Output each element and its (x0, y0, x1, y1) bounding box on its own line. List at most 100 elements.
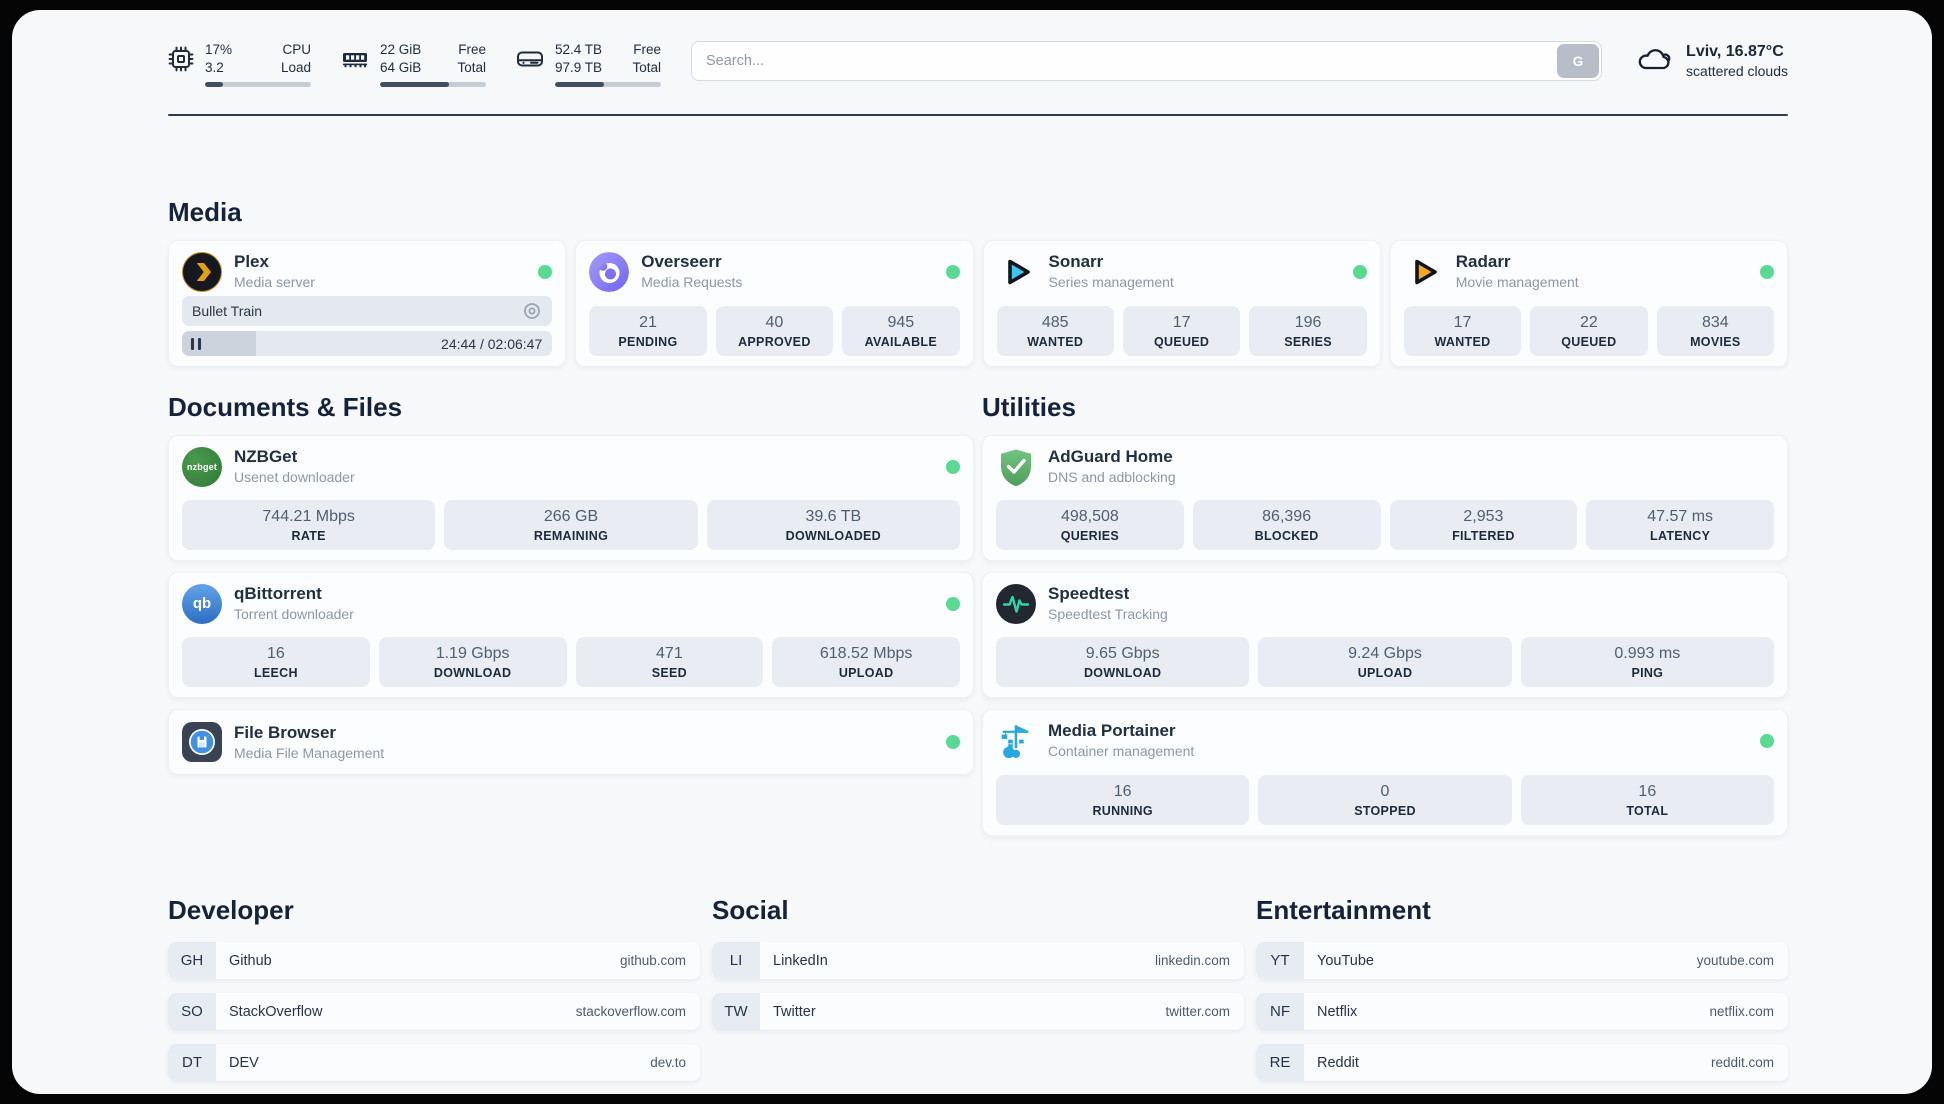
bookmark-url: dev.to (650, 1055, 686, 1070)
app-card-speedtest[interactable]: Speedtest Speedtest Tracking 9.65 Gbps DO… (982, 572, 1788, 698)
stat-upload: 9.24 Gbps UPLOAD (1258, 637, 1512, 687)
stat-download: 1.19 Gbps DOWNLOAD (378, 637, 567, 687)
app-name: Overseerr (641, 252, 722, 271)
app-desc: Media File Management (234, 744, 385, 761)
bookmark-abbr: YT (1256, 942, 1304, 979)
bookmark-name: YouTube (1317, 952, 1374, 969)
bookmark-url: linkedin.com (1154, 953, 1230, 968)
storage-label-bottom: Total (632, 60, 661, 75)
app-name: NZBGet (234, 447, 298, 466)
app-desc: Torrent downloader (234, 606, 354, 622)
stat-running: 16 RUNNING (996, 775, 1250, 825)
app-name: Radarr (1455, 252, 1511, 271)
bookmark-url: youtube.com (1696, 953, 1774, 968)
pause-icon[interactable] (191, 337, 201, 350)
bookmark-abbr: GH (168, 942, 216, 979)
memory-free: 22 GiB (380, 42, 422, 57)
topbar: 17% CPU 3.2 Load 22 GiB Free 64 GiB Tota… (168, 41, 1788, 87)
app-name: qBittorrent (234, 584, 322, 603)
storage-stat: 52.4 TB Free 97.9 TB Total (516, 41, 661, 87)
stat-queries: 498,508 QUERIES (996, 500, 1184, 550)
bookmark-url: reddit.com (1710, 1055, 1774, 1070)
app-card-overseerr[interactable]: Overseerr Media Requests 21 PENDING 40 APP… (575, 240, 974, 367)
bookmark-youtube[interactable]: YT YouTube youtube.com (1256, 942, 1788, 979)
bookmark-netflix[interactable]: NF Netflix netflix.com (1256, 993, 1788, 1030)
storage-label-top: Free (633, 42, 661, 57)
bookmark-stackoverflow[interactable]: SO StackOverflow stackoverflow.com (168, 993, 700, 1030)
nzbget-icon: nzbget (182, 446, 222, 487)
bookmark-abbr: DT (168, 1044, 216, 1081)
bookmark-abbr: TW (712, 993, 760, 1030)
bookmark-abbr: LI (712, 942, 760, 979)
weather-widget: Lviv, 16.87°C scattered clouds (1636, 41, 1788, 81)
sonarr-icon (997, 252, 1037, 292)
app-name: Plex (234, 252, 269, 271)
memory-total: 64 GiB (380, 60, 422, 75)
app-desc: Usenet downloader (234, 469, 355, 485)
search-bar: G (691, 41, 1603, 81)
bookmark-name: Reddit (1317, 1054, 1359, 1071)
memory-stat: 22 GiB Free 64 GiB Total (341, 41, 486, 87)
app-card-qbittorrent[interactable]: qb qBittorrent Torrent downloader 16 LEEC… (168, 572, 974, 698)
bookmark-name: StackOverflow (229, 1003, 323, 1020)
disc-icon[interactable] (522, 301, 542, 321)
cpu-load: 3.2 (205, 60, 224, 75)
cpu-label-top: CPU (282, 42, 311, 57)
stat-downloaded: 39.6 TB DOWNLOADED (706, 500, 960, 550)
app-card-sonarr[interactable]: Sonarr Series management 485 WANTED 17 QUE… (982, 240, 1381, 367)
stat-ping: 0.993 ms PING (1520, 637, 1774, 687)
app-card-adguard[interactable]: AdGuard Home DNS and adblocking 498,508 Q… (982, 435, 1788, 561)
bookmark-name: Netflix (1317, 1003, 1358, 1020)
stat-filtered: 2,953 FILTERED (1389, 500, 1578, 550)
app-desc: Series management (1048, 274, 1174, 290)
app-card-nzbget[interactable]: nzbget NZBGet Usenet downloader 744.21 M… (168, 435, 974, 561)
bookmark-abbr: NF (1256, 993, 1304, 1030)
section-title-developer: Developer (168, 895, 294, 925)
stat-series: 196 SERIES (1249, 306, 1367, 356)
plex-now-playing: Bullet Train 24:44 / 02:06:47 (182, 296, 553, 356)
stat-movies: 834 MOVIES (1656, 306, 1775, 356)
search-engine-button[interactable]: G (1557, 44, 1600, 78)
storage-progress-bar (555, 82, 661, 87)
now-playing-title: Bullet Train (192, 303, 263, 319)
app-card-plex[interactable]: Plex Media server Bullet Train 24:44 / 0… (168, 240, 567, 367)
bookmark-twitter[interactable]: TW Twitter twitter.com (712, 993, 1244, 1030)
storage-free: 52.4 TB (555, 42, 603, 57)
bookmark-reddit[interactable]: RE Reddit reddit.com (1256, 1044, 1788, 1081)
playback-progress[interactable]: 24:44 / 02:06:47 (182, 331, 553, 356)
section-title-entertainment: Entertainment (1256, 895, 1431, 925)
stat-approved: 40 APPROVED (715, 306, 834, 356)
app-name: Sonarr (1048, 252, 1104, 271)
bookmark-name: DEV (229, 1054, 259, 1071)
app-name: AdGuard Home (1048, 447, 1173, 466)
app-desc: Speedtest Tracking (1048, 606, 1168, 622)
stat-remaining: 266 GB REMAINING (444, 500, 698, 550)
memory-label-bottom: Total (457, 60, 486, 75)
disk-icon (516, 46, 544, 77)
status-online-dot (1760, 264, 1774, 279)
bookmark-linkedin[interactable]: LI LinkedIn linkedin.com (712, 942, 1244, 979)
stat-rate: 744.21 Mbps RATE (182, 500, 436, 550)
bookmark-dev[interactable]: DT DEV dev.to (168, 1044, 700, 1081)
bookmark-github[interactable]: GH Github github.com (168, 942, 700, 979)
status-online-dot (946, 735, 960, 749)
search-input[interactable] (691, 41, 1603, 81)
app-card-filebrowser[interactable]: File Browser Media File Management (168, 709, 974, 775)
app-card-portainer[interactable]: Media Portainer Container management 16 R… (982, 709, 1788, 836)
storage-total: 97.9 TB (555, 60, 603, 75)
stat-pending: 21 PENDING (589, 306, 707, 356)
cloud-icon (1636, 43, 1672, 80)
adguard-icon (996, 447, 1036, 487)
stat-wanted: 17 WANTED (1403, 306, 1522, 356)
weather-location: Lviv, 16.87°C (1686, 43, 1784, 60)
overseerr-icon (589, 251, 630, 292)
cpu-stat: 17% CPU 3.2 Load (168, 41, 311, 87)
cpu-label-bottom: Load (280, 60, 311, 75)
app-card-radarr[interactable]: Radarr Movie management 17 WANTED 22 QUEUE… (1389, 240, 1788, 367)
status-online-dot (538, 264, 553, 279)
speedtest-icon (996, 583, 1036, 624)
app-desc: Movie management (1455, 274, 1579, 290)
section-title-utilities: Utilities (982, 392, 1076, 422)
cpu-progress-bar (205, 82, 311, 87)
bookmark-abbr: SO (168, 993, 216, 1030)
